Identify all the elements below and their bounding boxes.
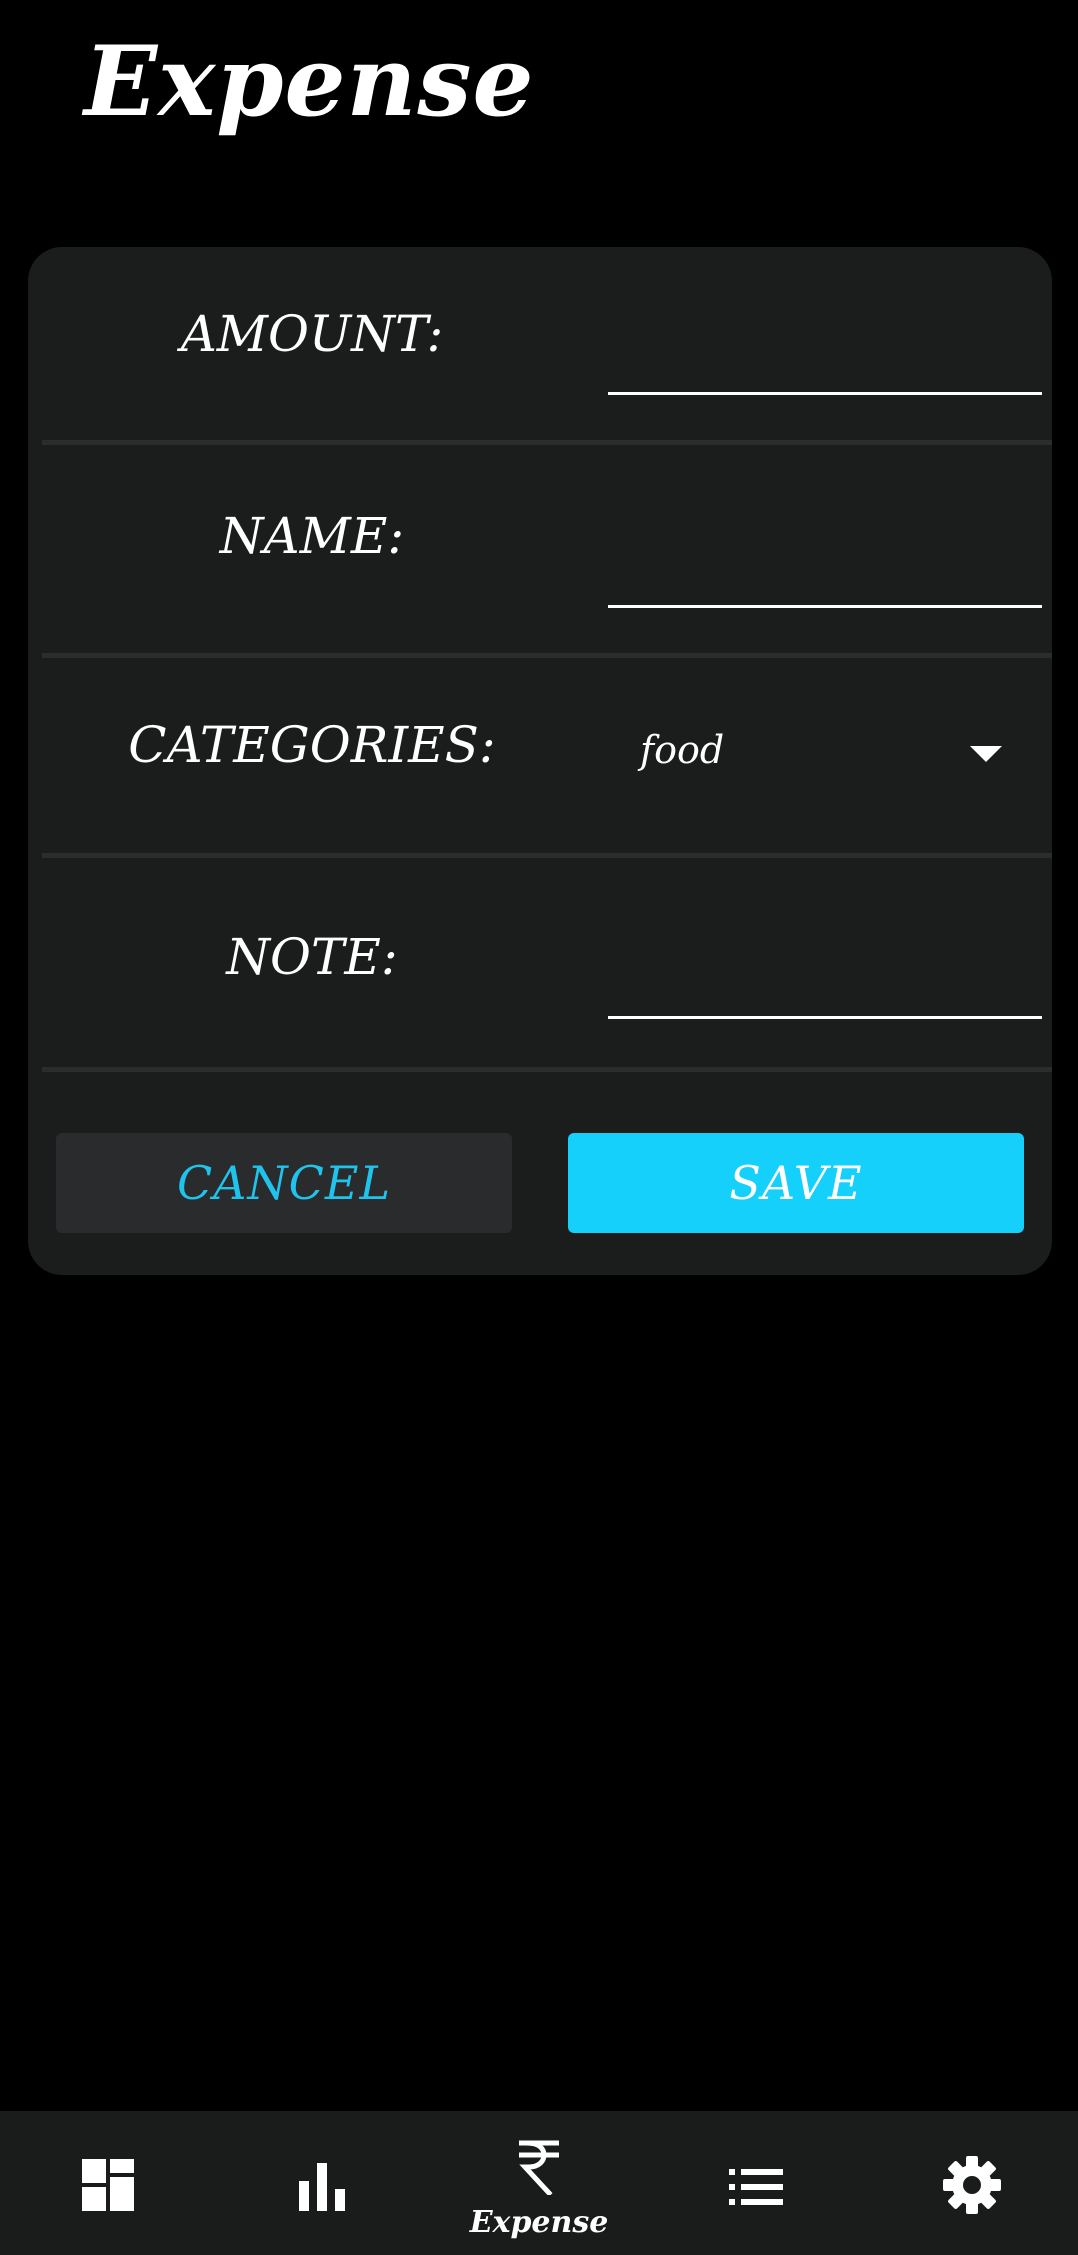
bar-chart-icon	[299, 2163, 345, 2211]
nav-item-settings[interactable]	[901, 2111, 1041, 2255]
expense-form-card: AMOUNT: NAME: CATEGORIES: food NOTE: CAN…	[28, 247, 1052, 1275]
page-title: Expense	[84, 25, 535, 138]
rupee-icon	[519, 2140, 559, 2195]
name-row: NAME:	[42, 445, 1052, 650]
name-input[interactable]	[608, 545, 1042, 608]
save-button[interactable]: SAVE	[568, 1133, 1024, 1233]
dashboard-icon	[82, 2159, 134, 2211]
nav-item-expense[interactable]: Expense	[469, 2111, 609, 2255]
categories-label: CATEGORIES:	[128, 716, 496, 774]
amount-input[interactable]	[608, 332, 1042, 395]
nav-item-dashboard[interactable]	[38, 2111, 178, 2255]
list-icon	[729, 2169, 783, 2205]
nav-item-expense-label: Expense	[469, 2205, 609, 2240]
amount-label: AMOUNT:	[180, 305, 444, 363]
gear-icon	[943, 2156, 1001, 2214]
categories-dropdown[interactable]: food	[608, 714, 1042, 794]
caret-down-icon	[970, 746, 1002, 762]
row-divider	[42, 1067, 1052, 1072]
nav-item-list[interactable]	[685, 2111, 825, 2255]
bottom-navigation: Expense	[0, 2111, 1078, 2255]
note-label: NOTE:	[226, 928, 398, 986]
categories-selected-value: food	[640, 728, 725, 772]
amount-row: AMOUNT:	[42, 247, 1052, 441]
name-label: NAME:	[219, 507, 405, 565]
nav-item-statistics[interactable]	[253, 2111, 393, 2255]
note-input[interactable]	[608, 956, 1042, 1019]
categories-row: CATEGORIES: food	[42, 658, 1052, 852]
note-row: NOTE:	[42, 858, 1052, 1063]
cancel-button[interactable]: CANCEL	[56, 1133, 512, 1233]
